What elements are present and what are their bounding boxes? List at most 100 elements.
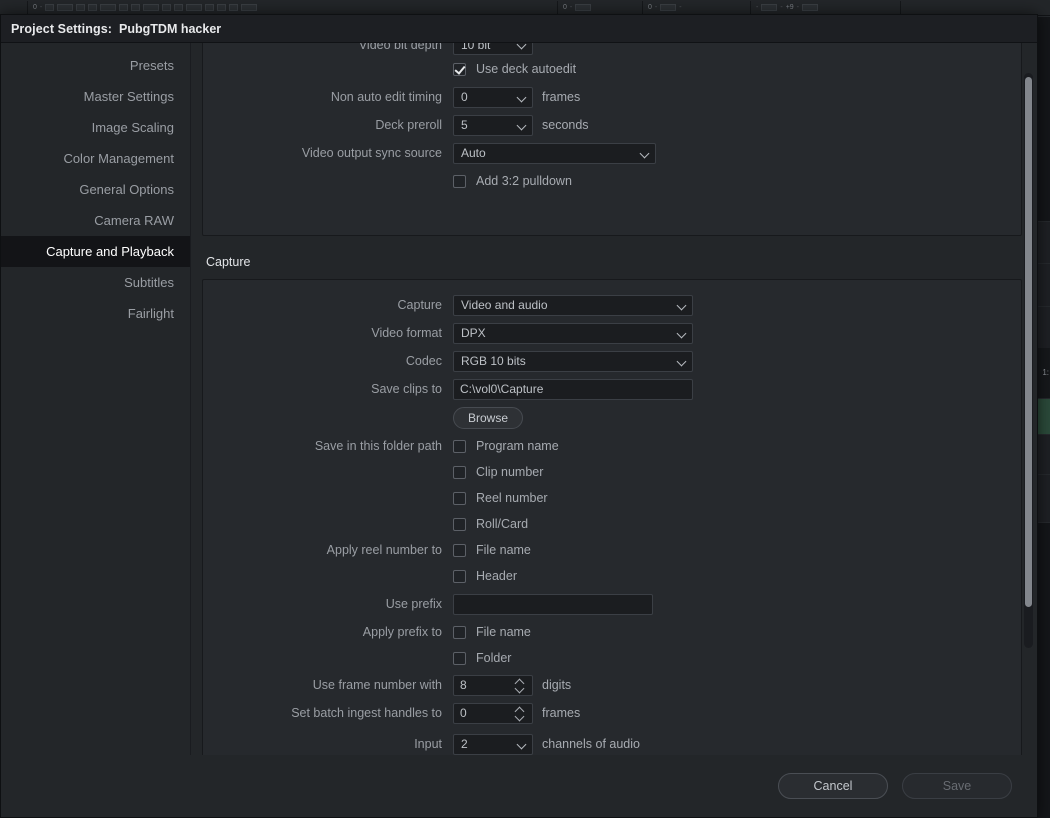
bg-chip xyxy=(76,4,86,11)
row-apply-prefix-to-file-name: Apply prefix to File name xyxy=(203,619,1021,645)
sidebar-item-fairlight[interactable]: Fairlight xyxy=(1,298,190,329)
bg-chip xyxy=(205,4,215,11)
use-deck-autoedit-checkbox[interactable] xyxy=(453,62,466,76)
video-bit-depth-value: 10 bit xyxy=(461,43,491,52)
sidebar-item-subtitles[interactable]: Subtitles xyxy=(1,267,190,298)
sidebar-item-image-scaling[interactable]: Image Scaling xyxy=(1,112,190,143)
row-apply-reel-number-to-file-name: Apply reel number to File name xyxy=(203,537,1021,563)
cancel-button[interactable]: Cancel xyxy=(778,773,888,799)
sidebar-item-master-settings[interactable]: Master Settings xyxy=(1,81,190,112)
apply-reel-number-header-row[interactable]: Header xyxy=(453,569,517,583)
sidebar-item-label: General Options xyxy=(79,182,174,197)
stepper-arrows-icon[interactable] xyxy=(515,706,526,721)
prefix-file-name-checkbox[interactable] xyxy=(453,625,466,639)
bg-chip xyxy=(143,4,160,11)
save-in-folder-path-roll-card-row[interactable]: Roll/Card xyxy=(453,517,528,531)
capture-mode-dropdown[interactable]: Video and audio xyxy=(453,294,693,316)
input-channels-value: 2 xyxy=(461,737,468,751)
reel-number-label: Reel number xyxy=(476,491,548,505)
save-in-folder-path-label: Save in this folder path xyxy=(314,439,442,453)
add-32-pulldown-checkbox-row[interactable]: Add 3:2 pulldown xyxy=(453,174,572,188)
codec-dropdown[interactable]: RGB 10 bits xyxy=(453,350,693,372)
video-format-dropdown[interactable]: DPX xyxy=(453,322,693,344)
chevron-down-icon xyxy=(678,357,687,366)
browse-button[interactable]: Browse xyxy=(453,407,524,429)
row-codec: Codec RGB 10 bits xyxy=(203,347,1021,375)
set-batch-ingest-handles-to-label: Set batch ingest handles to xyxy=(291,706,442,720)
save-clips-to-label: Save clips to xyxy=(371,382,442,396)
sidebar-item-general-options[interactable]: General Options xyxy=(1,174,190,205)
apply-reel-number-file-name-row[interactable]: File name xyxy=(453,543,531,557)
reel-file-name-checkbox[interactable] xyxy=(453,543,466,557)
bg-chip xyxy=(229,4,239,11)
row-save-in-folder-path-roll-card: Roll/Card xyxy=(203,511,1021,537)
non-auto-edit-timing-suffix: frames xyxy=(542,90,581,104)
settings-content-scroll-area[interactable]: Video bit depth 10 bit Use deck autoedit… xyxy=(191,43,1037,755)
reel-header-checkbox[interactable] xyxy=(453,569,466,583)
chevron-down-icon xyxy=(518,740,527,749)
sidebar-item-camera-raw[interactable]: Camera RAW xyxy=(1,205,190,236)
bg-chip xyxy=(217,4,227,11)
sidebar-item-label: Camera RAW xyxy=(94,213,174,228)
program-name-checkbox[interactable] xyxy=(453,439,466,453)
bg-toolbar-cell: - - +9 - xyxy=(751,0,901,15)
bg-toolbar-dash: - xyxy=(654,4,658,11)
roll-card-checkbox[interactable] xyxy=(453,517,466,531)
save-clips-to-input[interactable]: C:\vol0\Capture xyxy=(453,378,693,400)
reel-number-checkbox[interactable] xyxy=(453,491,466,505)
apply-prefix-file-name-row[interactable]: File name xyxy=(453,625,531,639)
save-button[interactable]: Save xyxy=(902,773,1012,799)
bg-toolbar-dash: - xyxy=(679,4,682,11)
sidebar-item-label: Image Scaling xyxy=(91,120,174,135)
clip-number-checkbox[interactable] xyxy=(453,465,466,479)
dialog-body: Presets Master Settings Image Scaling Co… xyxy=(1,43,1037,755)
row-use-frame-number-with: Use frame number with 8 digits xyxy=(203,671,1021,699)
prefix-folder-checkbox[interactable] xyxy=(453,651,466,665)
bg-chip xyxy=(241,4,258,11)
bg-toolbar-dash: - xyxy=(39,4,43,11)
content-scrollbar-track[interactable] xyxy=(1024,73,1033,648)
chevron-down-icon xyxy=(678,301,687,310)
save-in-folder-path-reel-number-row[interactable]: Reel number xyxy=(453,491,548,505)
content-scrollbar-thumb[interactable] xyxy=(1025,77,1032,607)
row-input-channels: Input 2 channels of audio xyxy=(203,727,1021,755)
save-in-folder-path-clip-number-row[interactable]: Clip number xyxy=(453,465,543,479)
use-prefix-input[interactable] xyxy=(453,593,653,615)
input-channels-suffix: channels of audio xyxy=(542,737,640,751)
add-32-pulldown-checkbox[interactable] xyxy=(453,174,466,188)
save-clips-to-value: C:\vol0\Capture xyxy=(460,382,544,396)
input-channels-dropdown[interactable]: 2 xyxy=(453,733,533,755)
deck-preroll-dropdown[interactable]: 5 xyxy=(453,114,533,136)
use-frame-number-with-stepper[interactable]: 8 xyxy=(453,674,533,696)
apply-prefix-to-label: Apply prefix to xyxy=(362,625,442,639)
use-deck-autoedit-checkbox-row[interactable]: Use deck autoedit xyxy=(453,62,576,76)
apply-prefix-folder-row[interactable]: Folder xyxy=(453,651,511,665)
bg-chip xyxy=(660,4,677,11)
use-prefix-label: Use prefix xyxy=(385,597,442,611)
non-auto-edit-timing-dropdown[interactable]: 0 xyxy=(453,86,533,108)
save-in-folder-path-program-name-row[interactable]: Program name xyxy=(453,439,559,453)
chevron-down-icon xyxy=(518,93,527,102)
row-set-batch-ingest-handles-to: Set batch ingest handles to 0 frames xyxy=(203,699,1021,727)
video-output-sync-source-dropdown[interactable]: Auto xyxy=(453,142,656,164)
sidebar-item-capture-and-playback[interactable]: Capture and Playback xyxy=(1,236,190,267)
bg-toolbar-dash: - xyxy=(756,4,759,11)
reel-header-label: Header xyxy=(476,569,517,583)
deck-preroll-suffix: seconds xyxy=(542,118,589,132)
video-bit-depth-label: Video bit depth xyxy=(358,43,442,52)
bg-chip xyxy=(57,4,74,11)
bg-toolbar-value: +9 xyxy=(785,4,794,11)
project-settings-dialog: Project Settings: PubgTDM hacker Presets… xyxy=(0,14,1038,818)
bg-timeline-marker: 1: xyxy=(1042,368,1049,377)
capture-panel: Capture Video and audio Video format DPX… xyxy=(202,279,1022,755)
set-batch-ingest-handles-value: 0 xyxy=(460,706,467,720)
sidebar-item-presets[interactable]: Presets xyxy=(1,50,190,81)
stepper-arrows-icon[interactable] xyxy=(515,678,526,693)
chevron-down-icon xyxy=(518,121,527,130)
set-batch-ingest-handles-stepper[interactable]: 0 xyxy=(453,702,533,724)
reel-file-name-label: File name xyxy=(476,543,531,557)
use-frame-number-with-value: 8 xyxy=(460,678,467,692)
video-bit-depth-dropdown[interactable]: 10 bit xyxy=(453,43,533,55)
sidebar-item-color-management[interactable]: Color Management xyxy=(1,143,190,174)
video-format-value: DPX xyxy=(461,326,486,340)
